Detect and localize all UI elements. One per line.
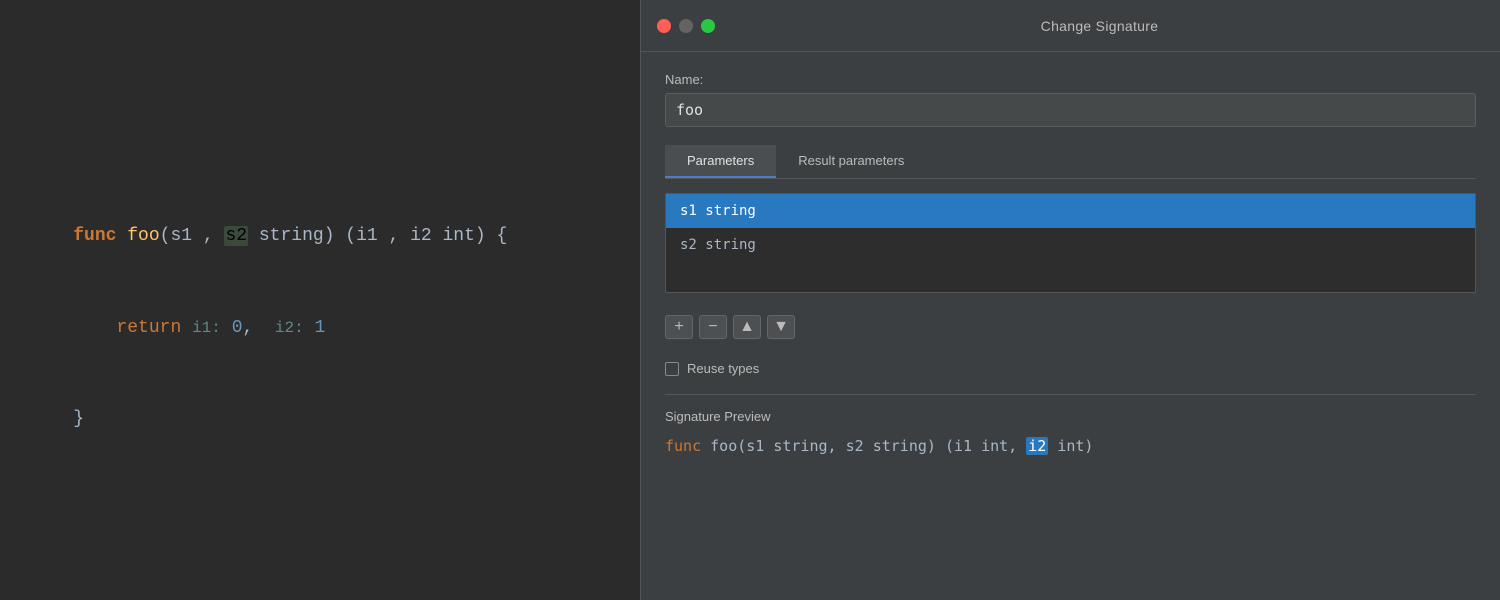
param-row-s2[interactable]: s2 string	[666, 228, 1475, 262]
param-row-s1[interactable]: s1 string	[666, 194, 1475, 228]
sig-highlighted-i2: i2	[1026, 437, 1048, 455]
add-param-button[interactable]: +	[665, 315, 693, 339]
move-down-button[interactable]: ▼	[767, 315, 795, 339]
return-keyword: return	[116, 318, 181, 338]
sig-func-name: foo(s1 string, s2 string) (i1 int,	[710, 437, 1026, 455]
remove-param-button[interactable]: −	[699, 315, 727, 339]
tab-parameters[interactable]: Parameters	[665, 145, 776, 178]
params-toolbar: + − ▲ ▼	[665, 307, 1476, 343]
code-editor: func foo(s1 , s2 string) (i1 , i2 int) {…	[0, 0, 640, 600]
traffic-lights	[657, 19, 715, 33]
name-input[interactable]	[665, 93, 1476, 127]
code-func-decl: func foo(s1 , s2 string) (i1 , i2 int) {	[30, 190, 610, 282]
tabs-row: Parameters Result parameters	[665, 145, 1476, 179]
close-button[interactable]	[657, 19, 671, 33]
change-signature-dialog: Change Signature Name: Parameters Result…	[640, 0, 1500, 600]
func-name: foo	[127, 226, 159, 246]
name-field-section: Name:	[665, 72, 1476, 127]
code-return: return i1: 0, i2: 1	[30, 282, 610, 374]
func-keyword: func	[73, 226, 116, 246]
code-close-brace: }	[30, 374, 610, 466]
signature-preview-section: Signature Preview func foo(s1 string, s2…	[665, 394, 1476, 458]
reuse-types-label: Reuse types	[687, 361, 759, 376]
sig-end: int)	[1048, 437, 1093, 455]
tab-result-parameters[interactable]: Result parameters	[776, 145, 926, 178]
signature-preview-label: Signature Preview	[665, 409, 1476, 424]
sig-func-keyword: func	[665, 437, 701, 455]
maximize-button[interactable]	[701, 19, 715, 33]
move-up-button[interactable]: ▲	[733, 315, 761, 339]
dialog-title: Change Signature	[715, 18, 1484, 34]
dialog-titlebar: Change Signature	[641, 0, 1500, 52]
dialog-body: Name: Parameters Result parameters s1 st…	[641, 52, 1500, 600]
parameters-list: s1 string s2 string	[665, 193, 1476, 293]
signature-preview-code: func foo(s1 string, s2 string) (i1 int, …	[665, 434, 1476, 458]
reuse-types-checkbox[interactable]	[665, 362, 679, 376]
reuse-types-row: Reuse types	[665, 357, 1476, 380]
minimize-button[interactable]	[679, 19, 693, 33]
name-label: Name:	[665, 72, 1476, 87]
